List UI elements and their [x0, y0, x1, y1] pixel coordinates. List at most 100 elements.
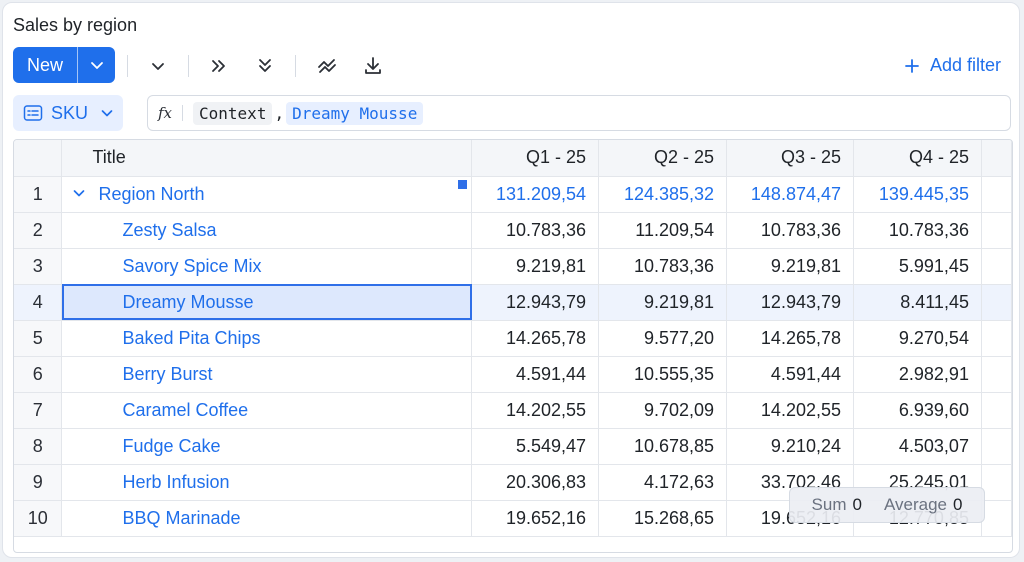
- formula-input[interactable]: fx Context , Dreamy Mousse: [147, 95, 1011, 131]
- value-cell-q1[interactable]: 14.202,55: [471, 392, 600, 429]
- toolbar-divider: [295, 55, 296, 77]
- value-cell-q3[interactable]: 14.202,55: [726, 392, 854, 429]
- value-cell-q1[interactable]: 9.219,81: [471, 248, 600, 285]
- value-cell-q4[interactable]: 10.783,36: [853, 212, 982, 249]
- value-cell-q4[interactable]: 139.445,35: [853, 176, 982, 213]
- value-cell-q4[interactable]: 2.982,91: [853, 356, 982, 393]
- formula-token-context[interactable]: Context: [193, 101, 273, 125]
- row-number[interactable]: 10: [14, 500, 63, 537]
- value-cell-q2[interactable]: 10.555,35: [598, 356, 728, 393]
- group-title-cell[interactable]: Region North: [61, 176, 473, 213]
- empty-cell[interactable]: [981, 356, 1012, 393]
- chevron-down-icon[interactable]: [72, 186, 86, 200]
- title-text: BBQ Marinade: [122, 507, 241, 528]
- value-cell-q1[interactable]: 4.591,44: [471, 356, 600, 393]
- value-cell-q1[interactable]: 19.652,16: [471, 500, 600, 537]
- column-header-q2[interactable]: Q2 - 25: [598, 140, 728, 177]
- column-selector[interactable]: SKU: [13, 95, 123, 131]
- collapse-button[interactable]: [144, 53, 172, 79]
- value-cell-q2[interactable]: 11.209,54: [598, 212, 728, 249]
- value-cell-q3[interactable]: 148.874,47: [726, 176, 854, 213]
- add-filter-button[interactable]: Add filter: [904, 55, 1001, 76]
- row-number[interactable]: 1: [14, 176, 63, 213]
- value-cell-q1[interactable]: 10.783,36: [471, 212, 600, 249]
- value-cell-q4[interactable]: 5.991,45: [853, 248, 982, 285]
- value-cell-q1[interactable]: 14.265,78: [471, 320, 600, 357]
- formula-token-value[interactable]: Dreamy Mousse: [286, 101, 424, 125]
- chevrons-right-icon: [212, 60, 225, 72]
- value-cell-q3[interactable]: 9.219,81: [726, 248, 854, 285]
- value-cell-q2[interactable]: 10.783,36: [598, 248, 728, 285]
- column-header-q1[interactable]: Q1 - 25: [471, 140, 600, 177]
- value-cell-q2[interactable]: 9.219,81: [598, 284, 728, 321]
- title-cell[interactable]: Berry Burst: [61, 356, 473, 393]
- title-cell[interactable]: Dreamy Mousse: [61, 284, 473, 321]
- expand-right-button[interactable]: [205, 53, 233, 79]
- value-cell-q3[interactable]: 4.591,44: [726, 356, 854, 393]
- empty-cell[interactable]: [981, 464, 1012, 501]
- title-text: Herb Infusion: [122, 471, 230, 492]
- value-cell-q2[interactable]: 9.577,20: [598, 320, 728, 357]
- value-cell-q1[interactable]: 131.209,54: [471, 176, 600, 213]
- row-number[interactable]: 7: [14, 392, 63, 429]
- chevrons-down-icon: [259, 59, 271, 72]
- value-cell-q4[interactable]: 6.939,60: [853, 392, 982, 429]
- value-cell-q3[interactable]: 14.265,78: [726, 320, 854, 357]
- empty-cell[interactable]: [981, 392, 1012, 429]
- new-dropdown-button[interactable]: [78, 47, 115, 83]
- title-cell[interactable]: Zesty Salsa: [61, 212, 473, 249]
- empty-cell[interactable]: [981, 500, 1012, 537]
- title-cell[interactable]: Savory Spice Mix: [61, 248, 473, 285]
- plus-icon: [905, 58, 919, 73]
- title-cell[interactable]: Caramel Coffee: [61, 392, 473, 429]
- value-cell-q4[interactable]: 4.503,07: [853, 428, 982, 465]
- title-cell[interactable]: BBQ Marinade: [61, 500, 473, 537]
- value-cell-q2[interactable]: 4.172,63: [598, 464, 728, 501]
- value-cell-q1[interactable]: 12.943,79: [471, 284, 600, 321]
- average-label: Average: [883, 495, 947, 514]
- row-number[interactable]: 9: [14, 464, 63, 501]
- empty-cell[interactable]: [981, 284, 1012, 321]
- empty-cell[interactable]: [981, 176, 1012, 213]
- empty-cell[interactable]: [981, 212, 1012, 249]
- corner-cell[interactable]: [14, 140, 63, 177]
- value-cell-q2[interactable]: 10.678,85: [598, 428, 728, 465]
- value-cell-q2[interactable]: 15.268,65: [598, 500, 728, 537]
- selection-fill-handle[interactable]: [457, 179, 468, 190]
- value-cell-q4[interactable]: 8.411,45: [853, 284, 982, 321]
- value-cell-q1[interactable]: 5.549,47: [471, 428, 600, 465]
- header-row: Title Q1 - 25 Q2 - 25 Q3 - 25 Q4 - 25: [14, 140, 1012, 177]
- row-number[interactable]: 6: [14, 356, 63, 393]
- value-cell-q4[interactable]: 9.270,54: [853, 320, 982, 357]
- title-cell[interactable]: Fudge Cake: [61, 428, 473, 465]
- row-number[interactable]: 8: [14, 428, 63, 465]
- column-header-q3[interactable]: Q3 - 25: [726, 140, 854, 177]
- trend-button[interactable]: [313, 53, 341, 79]
- value-cell-q3[interactable]: 10.783,36: [726, 212, 854, 249]
- download-button[interactable]: [359, 53, 387, 79]
- toolbar-divider: [188, 55, 189, 77]
- column-header-extra[interactable]: [981, 140, 1012, 177]
- value-cell-q3[interactable]: 12.943,79: [726, 284, 854, 321]
- row-number[interactable]: 4: [14, 284, 63, 321]
- value-cell-q3[interactable]: 9.210,24: [726, 428, 854, 465]
- value-cell-q1[interactable]: 20.306,83: [471, 464, 600, 501]
- empty-cell[interactable]: [981, 320, 1012, 357]
- title-cell[interactable]: Herb Infusion: [61, 464, 473, 501]
- column-header-q4[interactable]: Q4 - 25: [853, 140, 982, 177]
- row-number[interactable]: 3: [14, 248, 63, 285]
- chevron-down-icon: [101, 110, 113, 117]
- new-button[interactable]: New: [13, 47, 77, 83]
- value-cell-q2[interactable]: 9.702,09: [598, 392, 728, 429]
- column-header-title[interactable]: Title: [61, 140, 473, 177]
- column-selector-label: SKU: [51, 102, 89, 123]
- row-number[interactable]: 2: [14, 212, 63, 249]
- title-cell[interactable]: Baked Pita Chips: [61, 320, 473, 357]
- formula-separator: ,: [274, 103, 285, 123]
- empty-cell[interactable]: [981, 428, 1012, 465]
- value-cell-q2[interactable]: 124.385,32: [598, 176, 728, 213]
- title-text: Berry Burst: [122, 363, 213, 384]
- expand-down-button[interactable]: [251, 53, 279, 79]
- empty-cell[interactable]: [981, 248, 1012, 285]
- row-number[interactable]: 5: [14, 320, 63, 357]
